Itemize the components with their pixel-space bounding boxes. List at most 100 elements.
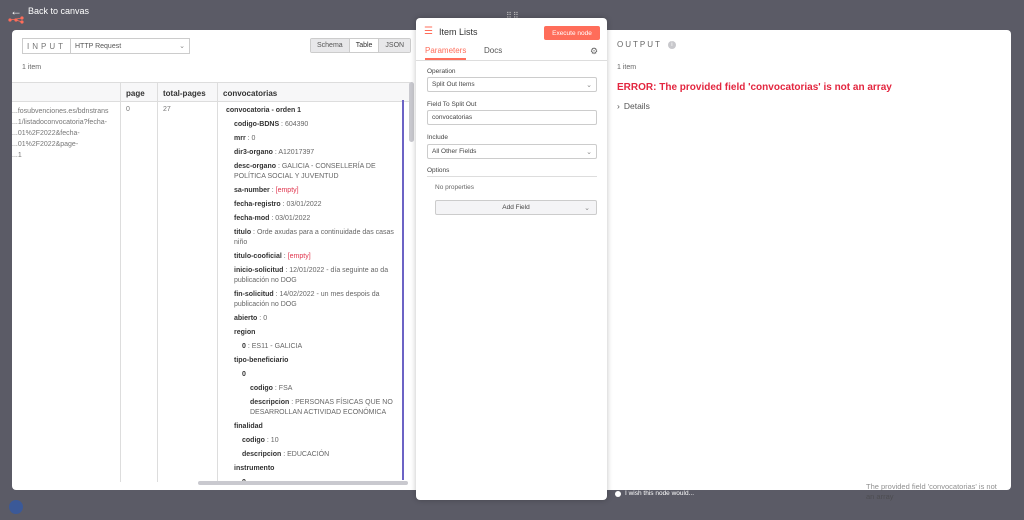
tree-key: fin-solicitud xyxy=(234,291,274,298)
tree-field-row: fecha-mod : 03/01/2022 xyxy=(234,215,311,222)
chevron-right-icon: › xyxy=(617,101,620,111)
view-schema-button[interactable]: Schema xyxy=(311,39,350,52)
dialog-tabs: Parameters Docs xyxy=(416,46,607,61)
tree-key: 0 xyxy=(242,343,246,350)
operation-value: Split Out Items xyxy=(432,81,475,88)
tree-key: sa-number xyxy=(234,187,270,194)
tab-parameters[interactable]: Parameters xyxy=(425,46,467,60)
tree-value: [empty] xyxy=(275,187,299,194)
details-label: Details xyxy=(623,101,650,111)
column-divider xyxy=(217,102,218,482)
include-label: Include xyxy=(427,134,448,141)
error-toast: The provided field 'convocatorias' is no… xyxy=(866,482,997,501)
input-node-select[interactable]: HTTP Request ⌄ xyxy=(70,38,190,54)
output-header: OUTPUT i xyxy=(617,40,676,49)
tree-field-row: fin-solicitud : 14/02/2022 - un mes desp… xyxy=(234,291,380,308)
tree-value: 0 xyxy=(263,315,268,322)
feedback-text: I wish this node would... xyxy=(625,490,695,497)
url-line: ...01%2F2022&fecha- xyxy=(12,130,80,137)
tree-value: Orde axudas para a continuidade das casa… xyxy=(234,229,394,246)
tree-field-row: fecha-registro : 03/01/2022 xyxy=(234,201,322,208)
tree-key: fecha-registro xyxy=(234,201,281,208)
chevron-down-icon: ⌄ xyxy=(584,205,590,212)
total-pages-cell: 27 xyxy=(163,106,171,113)
node-parameters-dialog: ☰ Item Lists Execute node Parameters Doc… xyxy=(416,18,607,500)
n8n-logo-icon xyxy=(8,16,24,24)
gear-icon[interactable]: ⚙ xyxy=(590,46,598,57)
tree-field-row: codigo-BDNS : 604390 xyxy=(234,121,309,128)
url-line: ...fosubvenciones.es/bdnstrans xyxy=(12,108,109,115)
tree-field-row: mrr : 0 xyxy=(234,135,256,142)
url-line: ...1 xyxy=(12,152,22,159)
include-select[interactable]: All Other Fields ⌄ xyxy=(427,144,597,159)
tree-indent-bar xyxy=(402,100,404,480)
tree-key: mrr xyxy=(234,135,246,142)
dialog-title: ☰ Item Lists xyxy=(424,26,477,37)
back-to-canvas-label: Back to canvas xyxy=(28,6,90,16)
input-table: page total-pages convocatorias ...fosubv… xyxy=(12,82,410,482)
tree-key: codigo-BDNS xyxy=(234,121,280,128)
chevron-down-icon: ⌄ xyxy=(586,148,592,156)
details-toggle[interactable]: › Details xyxy=(617,101,650,111)
column-header-total-pages[interactable]: total-pages xyxy=(157,83,211,103)
info-icon[interactable]: i xyxy=(667,40,676,49)
tree-value: 0 xyxy=(251,135,256,142)
column-header-convocatorias[interactable]: convocatorias xyxy=(217,83,282,103)
tab-docs[interactable]: Docs xyxy=(484,46,502,58)
operation-label: Operation xyxy=(427,68,456,75)
tree-value: 03/01/2022 xyxy=(286,201,322,208)
tree-field-row: desc-organo : GALICIA - CONSELLERÍA DE P… xyxy=(234,163,376,180)
url-line: ...01%2F2022&page- xyxy=(12,141,79,148)
tree-key: finalidad xyxy=(234,423,263,430)
no-properties-text: No properties xyxy=(435,184,475,191)
dialog-title-text: Item Lists xyxy=(438,26,478,37)
avatar[interactable] xyxy=(9,500,23,514)
tree-value: 03/01/2022 xyxy=(275,215,311,222)
tree-field-row: titulo : Orde axudas para a continuidade… xyxy=(234,229,394,246)
field-to-split-label: Field To Split Out xyxy=(427,101,477,108)
execute-node-button[interactable]: Execute node xyxy=(544,26,600,40)
tree-root: convocatoria - orden 1 xyxy=(226,107,302,114)
include-value: All Other Fields xyxy=(432,148,477,155)
tree-value: ES11 - GALICIA xyxy=(251,343,303,350)
input-label: INPUT xyxy=(22,38,70,54)
error-message: ERROR: The provided field 'convocatorias… xyxy=(617,82,892,93)
field-to-split-input[interactable]: convocatorias xyxy=(427,110,597,125)
operation-select[interactable]: Split Out Items ⌄ xyxy=(427,77,597,92)
tree-field-row: abierto : 0 xyxy=(234,315,268,322)
tree-key: titulo xyxy=(234,229,252,236)
output-label: OUTPUT xyxy=(617,40,662,49)
lightbulb-icon xyxy=(615,490,621,497)
tree-value: [empty] xyxy=(287,253,311,260)
chevron-down-icon: ⌄ xyxy=(586,81,592,89)
view-table-button[interactable]: Table xyxy=(349,39,380,52)
vertical-scrollbar[interactable] xyxy=(409,82,414,142)
horizontal-scrollbar[interactable] xyxy=(198,481,408,485)
field-to-split-value: convocatorias xyxy=(432,114,473,121)
tree-value: FSA xyxy=(278,385,293,392)
column-divider xyxy=(120,102,121,482)
tree-key: inicio-solicitud xyxy=(234,267,284,274)
tree-value: A12017397 xyxy=(278,149,315,156)
drag-handle-icon[interactable]: ⠿⠿ xyxy=(506,11,520,20)
tree-key: codigo xyxy=(250,385,273,392)
view-json-button[interactable]: JSON xyxy=(379,39,411,52)
column-header-page[interactable]: page xyxy=(120,83,150,103)
tree-value: 10 xyxy=(270,437,279,444)
add-field-label: Add Field xyxy=(502,204,530,211)
tree-key: codigo xyxy=(242,437,265,444)
view-toggle: Schema Table JSON xyxy=(310,38,412,53)
add-field-button[interactable]: Add Field ⌄ xyxy=(435,200,597,215)
tree-key: fecha-mod xyxy=(234,215,270,222)
options-label: Options xyxy=(427,167,450,174)
tree-key: instrumento xyxy=(234,465,275,472)
input-item-count: 1 item xyxy=(22,64,42,71)
url-line: ...1/listadoconvocatoria?fecha- xyxy=(12,119,107,126)
tree-key: descripcion xyxy=(242,451,282,458)
tree-key: region xyxy=(234,329,256,336)
tree-key: desc-organo xyxy=(234,163,277,170)
chevron-down-icon: ⌄ xyxy=(179,43,185,50)
tree-key: titulo-cooficial xyxy=(234,253,282,260)
tree-key: tipo-beneficiario xyxy=(234,357,289,364)
feedback-link[interactable]: I wish this node would... xyxy=(615,490,694,497)
